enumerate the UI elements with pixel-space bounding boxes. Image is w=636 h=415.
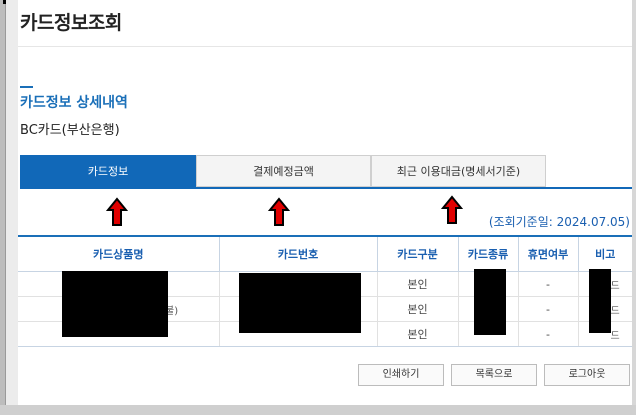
tab-card-info[interactable]: 카드정보 xyxy=(20,155,196,187)
up-arrow-annotation-icon xyxy=(106,197,128,226)
card-company-label: BC카드(부산은행) xyxy=(20,123,120,138)
cell-dormant: - xyxy=(518,321,579,347)
tab-bar: 카드정보 결제예정금액 최근 이용대금(명세서기준) xyxy=(20,155,632,189)
up-arrow-annotation-icon xyxy=(441,195,463,224)
page-title: 카드정보조회 xyxy=(20,12,122,34)
redaction-product-name xyxy=(62,271,168,337)
cell-card-category: 본인 xyxy=(377,321,459,347)
table-header-row: 카드상품명 카드번호 카드구분 카드종류 휴면여부 비고 xyxy=(18,235,632,272)
header-product-name: 카드상품명 xyxy=(18,235,220,272)
inquiry-date: (조회기준일: 2024.07.05) xyxy=(488,215,630,229)
card-info-panel: 카드정보조회 카드정보 상세내역 BC카드(부산은행) 카드정보 결제예정금액 … xyxy=(18,0,632,405)
up-arrow-annotation-icon xyxy=(268,197,290,226)
header-card-category: 카드구분 xyxy=(377,235,459,272)
title-divider xyxy=(18,46,632,47)
tab-underline xyxy=(20,187,632,189)
cell-dormant: - xyxy=(518,296,579,322)
redaction-note xyxy=(589,269,611,333)
cell-dormant: - xyxy=(518,271,579,297)
print-button[interactable]: 인쇄하기 xyxy=(358,364,444,386)
header-card-number: 카드번호 xyxy=(219,235,378,272)
list-button[interactable]: 목록으로 xyxy=(451,364,537,386)
header-dormant: 휴면여부 xyxy=(518,235,579,272)
tab-payment-due[interactable]: 결제예정금액 xyxy=(196,155,371,187)
note-fragment: 드 xyxy=(610,306,620,317)
corner-marker xyxy=(3,0,6,4)
logout-button[interactable]: 로그아웃 xyxy=(544,364,630,386)
header-note: 비고 xyxy=(578,235,632,272)
redaction-card-type xyxy=(474,269,506,335)
window-frame-right xyxy=(632,0,636,415)
tab-recent-usage[interactable]: 최근 이용대금(명세서기준) xyxy=(371,155,546,187)
cell-card-category: 본인 xyxy=(377,296,459,322)
section-title: 카드정보 상세내역 xyxy=(20,95,128,111)
section-accent-bar xyxy=(20,86,33,88)
note-fragment: 드 xyxy=(610,281,620,292)
note-fragment: 드 xyxy=(610,331,620,342)
window-frame-left xyxy=(0,0,18,415)
redaction-card-number xyxy=(239,273,361,333)
window-frame-bottom xyxy=(0,405,636,415)
cell-card-category: 본인 xyxy=(377,271,459,297)
header-card-type: 카드종류 xyxy=(458,235,519,272)
